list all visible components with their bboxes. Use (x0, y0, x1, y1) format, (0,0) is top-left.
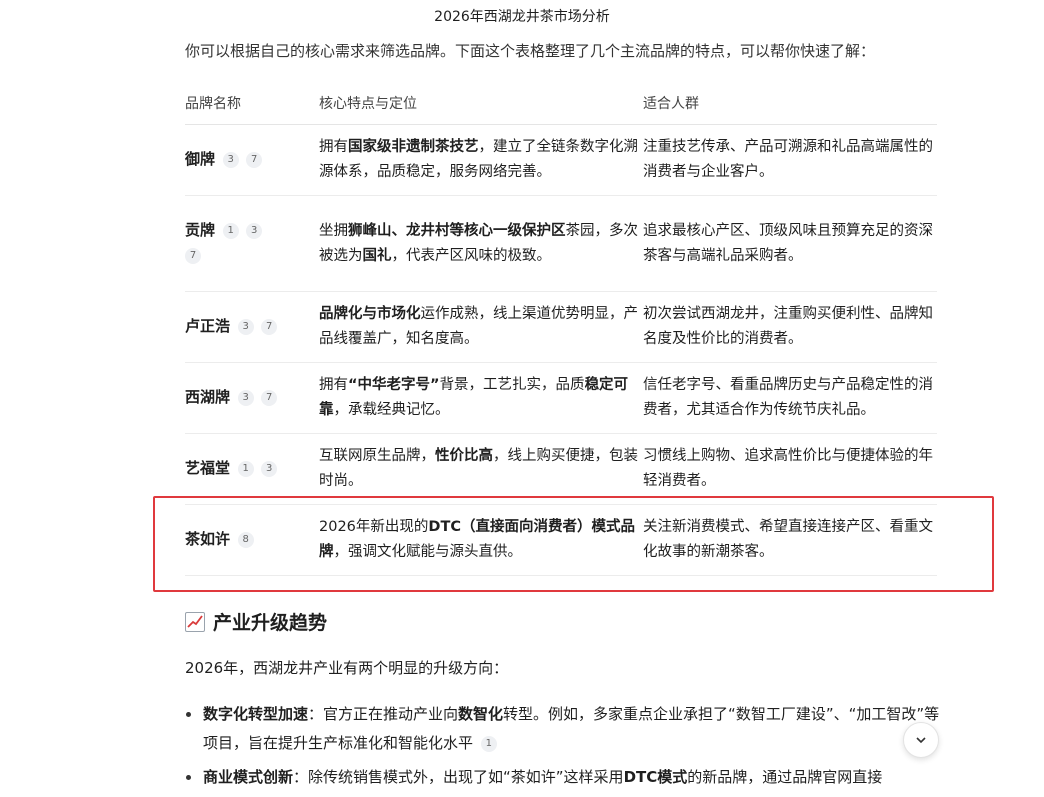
chart-up-icon (185, 611, 205, 632)
feature-text: ，强调文化赋能与源头直供。 (333, 544, 523, 560)
citation-badge[interactable]: 1 (222, 223, 239, 239)
table-row: 茶如许 8 2026年新出现的DTC（直接面向消费者）模式品牌，强调文化赋能与源… (185, 504, 937, 576)
chevron-down-icon (916, 737, 926, 744)
citation-badge[interactable]: 7 (246, 152, 263, 168)
feature-text: 拥有 (319, 139, 348, 155)
brand-name: 卢正浩 (185, 317, 231, 335)
audience-cell: 注重技艺传承、产品可溯源和礼品高端属性的消费者与企业客户。 (643, 124, 937, 196)
table-row: 御牌 3 7 拥有国家级非遗制茶技艺，建立了全链条数字化溯源体系，品质稳定，服务… (185, 124, 937, 196)
citation-badge[interactable]: 3 (222, 152, 239, 168)
header-brand: 品牌名称 (185, 84, 319, 125)
feature-text: ，承载经典记忆。 (333, 402, 450, 418)
brand-cell: 西湖牌 3 7 (185, 362, 319, 434)
brand-name: 西湖牌 (185, 388, 231, 406)
table-row: 艺福堂 1 3 互联网原生品牌，性价比高，线上购买便捷，包装时尚。 习惯线上购物… (185, 433, 937, 505)
trend-bold: DTC模式 (623, 768, 688, 786)
feature-text: 2026年新出现的 (319, 519, 429, 535)
features-cell: 2026年新出现的DTC（直接面向消费者）模式品牌，强调文化赋能与源头直供。 (319, 504, 643, 576)
feature-text: 背景，工艺扎实，品质 (439, 377, 585, 393)
page-title: 2026年西湖龙井茶市场分析 (0, 0, 1044, 34)
citation-badge[interactable]: 1 (237, 461, 254, 477)
citation-badge[interactable]: 7 (185, 248, 201, 264)
brand-cell: 茶如许 8 (185, 504, 319, 576)
audience-cell: 追求最核心产区、顶级风味且预算充足的资深茶客与高端礼品采购者。 (643, 195, 937, 292)
trend-list: 数字化转型加速：官方正在推动产业向数智化转型。例如，多家重点企业承担了“数智工厂… (185, 700, 945, 797)
trend-text: ：官方正在推动产业向 (308, 705, 459, 723)
feature-text: 互联网原生品牌， (319, 448, 435, 464)
features-cell: 品牌化与市场化运作成熟，线上渠道优势明显，产品线覆盖广，知名度高。 (319, 291, 643, 363)
brand-table: 品牌名称 核心特点与定位 适合人群 御牌 3 7 拥有国家级非遗制茶技艺，建立了… (185, 84, 937, 576)
trend-intro: 2026年，西湖龙井产业有两个明显的升级方向： (185, 659, 509, 677)
table-row: 西湖牌 3 7 拥有“中华老字号”背景，工艺扎实，品质稳定可靠，承载经典记忆。 … (185, 362, 937, 434)
table-header-row: 品牌名称 核心特点与定位 适合人群 (185, 84, 937, 125)
list-item: 商业模式创新：除传统销售模式外，出现了如“茶如许”这样采用DTC模式的新品牌，通… (185, 763, 945, 792)
trend-text: ：除传统销售模式外，出现了如“茶如许”这样采用 (293, 768, 624, 786)
brand-cell: 卢正浩 3 7 (185, 291, 319, 363)
feature-bold: “中华老字号” (348, 377, 440, 393)
header-audience: 适合人群 (643, 84, 937, 125)
citation-badge[interactable]: 7 (261, 390, 278, 406)
section-title: 产业升级趋势 (213, 612, 328, 634)
brand-cell: 御牌 3 7 (185, 124, 319, 196)
audience-cell: 信任老字号、看重品牌历史与产品稳定性的消费者，尤其适合作为传统节庆礼品。 (643, 362, 937, 434)
trend-bold: 商业模式创新 (203, 768, 294, 786)
section-heading: 产业升级趋势 (185, 608, 327, 635)
brand-name: 艺福堂 (185, 459, 231, 477)
feature-bold: 狮峰山、龙井村等核心一级保护区 (348, 222, 566, 239)
citation-badge[interactable]: 7 (261, 319, 278, 335)
scroll-down-button[interactable] (903, 722, 939, 758)
audience-cell: 习惯线上购物、追求高性价比与便捷体验的年轻消费者。 (643, 433, 937, 505)
intro-text: 你可以根据自己的核心需求来筛选品牌。下面这个表格整理了几个主流品牌的特点，可以帮… (185, 42, 876, 58)
features-cell: 拥有“中华老字号”背景，工艺扎实，品质稳定可靠，承载经典记忆。 (319, 362, 643, 434)
brand-name: 御牌 (185, 150, 216, 168)
brand-name: 茶如许 (185, 530, 231, 548)
features-cell: 拥有国家级非遗制茶技艺，建立了全链条数字化溯源体系，品质稳定，服务网络完善。 (319, 124, 643, 196)
citation-badge[interactable]: 3 (246, 223, 263, 239)
feature-bold: 国礼 (362, 247, 392, 264)
table-row: 卢正浩 3 7 品牌化与市场化运作成熟，线上渠道优势明显，产品线覆盖广，知名度高… (185, 291, 937, 363)
features-cell: 互联网原生品牌，性价比高，线上购买便捷，包装时尚。 (319, 433, 643, 505)
feature-text: 拥有 (319, 377, 348, 393)
brand-cell: 贡牌 1 3 7 (185, 195, 319, 292)
feature-bold: 国家级非遗制茶技艺 (348, 139, 479, 155)
citation-badge[interactable]: 3 (237, 319, 254, 335)
feature-text: ，代表产区风味的极致。 (391, 247, 552, 264)
trend-text: 的新品牌，通过品牌官网直接 (687, 768, 883, 786)
citation-badge[interactable]: 3 (261, 461, 278, 477)
audience-cell: 关注新消费模式、希望直接连接产区、看重文化故事的新潮茶客。 (643, 504, 937, 576)
features-cell: 坐拥狮峰山、龙井村等核心一级保护区茶园，多次被选为国礼，代表产区风味的极致。 (319, 195, 643, 292)
brand-cell: 艺福堂 1 3 (185, 433, 319, 505)
list-item: 数字化转型加速：官方正在推动产业向数智化转型。例如，多家重点企业承担了“数智工厂… (185, 700, 945, 758)
citation-badge[interactable]: 3 (237, 390, 254, 406)
citation-badge[interactable]: 1 (480, 735, 497, 752)
feature-bold: 品牌化与市场化 (319, 306, 421, 322)
audience-cell: 初次尝试西湖龙井，注重购买便利性、品牌知名度及性价比的消费者。 (643, 291, 937, 363)
table-row: 贡牌 1 3 7 坐拥狮峰山、龙井村等核心一级保护区茶园，多次被选为国礼，代表产… (185, 195, 937, 292)
citation-badge[interactable]: 8 (237, 532, 254, 548)
trend-bold: 数智化 (458, 705, 504, 723)
trend-bold: 数字化转型加速 (203, 705, 309, 723)
feature-text: 坐拥 (319, 222, 348, 239)
header-features: 核心特点与定位 (319, 84, 643, 125)
feature-bold: 性价比高 (435, 448, 493, 464)
brand-name: 贡牌 (185, 221, 216, 239)
